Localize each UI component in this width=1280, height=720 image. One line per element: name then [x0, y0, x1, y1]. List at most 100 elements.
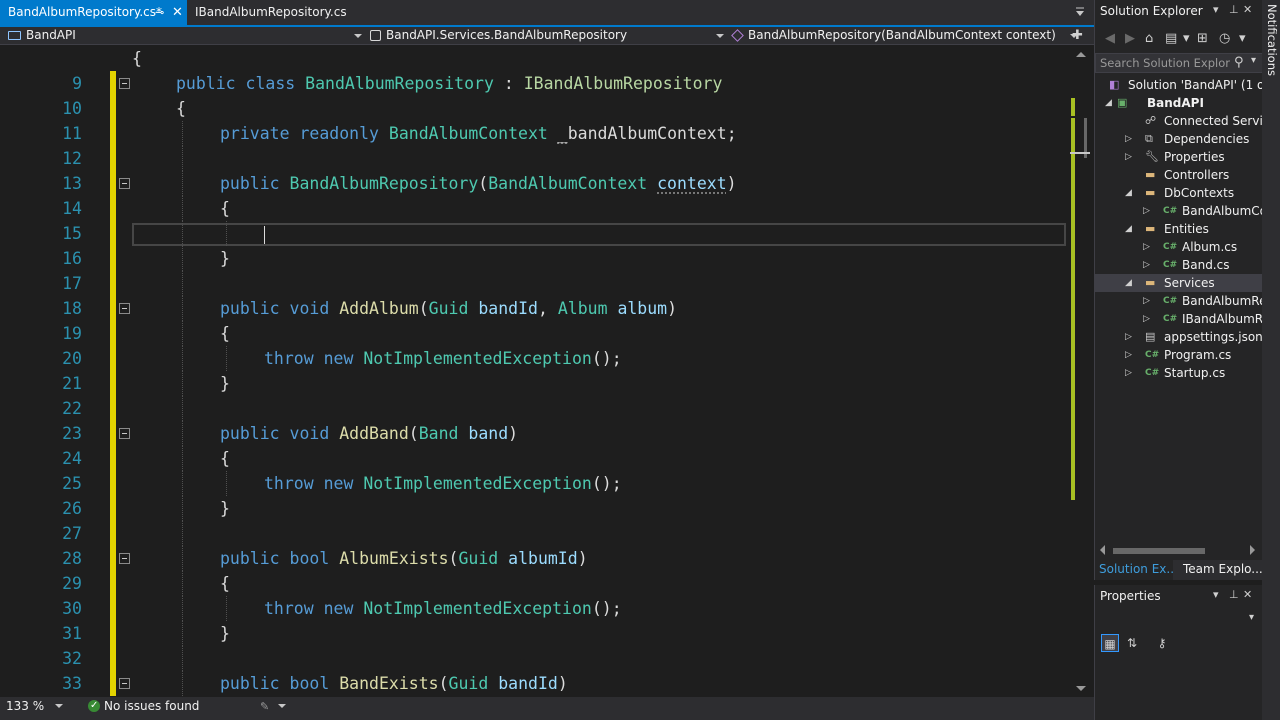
scroll-right-icon[interactable]	[1250, 545, 1255, 555]
tree-item-controllers[interactable]: ▬ Controllers	[1095, 166, 1262, 184]
code-line: 23	[0, 396, 1068, 443]
code-brace: }	[220, 249, 230, 268]
collapse-icon[interactable]	[119, 178, 130, 189]
tab-solution-explorer[interactable]: Solution Ex...	[1095, 560, 1173, 580]
solution-horizontal-scrollbar[interactable]	[1095, 542, 1262, 558]
tree-item-ibandalbumrepository[interactable]: ▷ C# IBandAlbumRe	[1095, 310, 1262, 328]
close-icon[interactable]: ✕	[172, 0, 183, 25]
pending-changes-icon[interactable]: ⊞	[1197, 31, 1208, 46]
close-icon[interactable]: ✕	[1243, 3, 1252, 16]
expand-arrow-icon[interactable]: ▷	[1143, 202, 1150, 220]
notifications-strip[interactable]: Notifications	[1262, 0, 1280, 720]
tab-team-explorer[interactable]: Team Explo...	[1179, 560, 1262, 580]
connected-services-icon: ☍	[1145, 114, 1157, 127]
back-icon[interactable]: ◀	[1105, 31, 1115, 46]
collapse-arrow-icon[interactable]: ◢	[1125, 220, 1132, 238]
chevron-down-icon[interactable]: ▾	[1251, 55, 1256, 66]
tree-item-dbcontexts[interactable]: ◢ ▬ DbContexts	[1095, 184, 1262, 202]
tree-item-properties[interactable]: ▷ 🔧︎ Properties	[1095, 148, 1262, 166]
chevron-down-icon[interactable]: ▾	[1183, 31, 1190, 46]
tree-item-program-cs[interactable]: ▷ C# Program.cs	[1095, 346, 1262, 364]
member-dropdown[interactable]: BandAlbumRepository(BandAlbumContext con…	[728, 27, 1082, 44]
code-cleanup-icon[interactable]: ✎	[260, 698, 269, 716]
code-brace: {	[132, 49, 142, 68]
categorized-icon[interactable]: ▦	[1101, 634, 1119, 652]
scroll-up-icon[interactable]	[1076, 52, 1086, 57]
alphabetical-icon[interactable]: ⇅	[1123, 634, 1141, 652]
scroll-left-icon[interactable]	[1100, 545, 1105, 555]
notifications-label[interactable]: Notifications	[1265, 4, 1279, 76]
tab-label: IBandAlbumRepository.cs	[195, 5, 347, 19]
tab-overflow-icon[interactable]	[1074, 6, 1086, 18]
switch-views-icon[interactable]: ▤	[1165, 31, 1177, 46]
tree-item-entities[interactable]: ◢ ▬ Entities	[1095, 220, 1262, 238]
code-line: 29 public bool AlbumExists(Guid albumId)	[0, 546, 1068, 593]
code-line: 34 public bool BandExists(Guid bandId)	[0, 671, 1068, 696]
expand-arrow-icon[interactable]: ▷	[1143, 310, 1150, 328]
chevron-down-icon[interactable]	[55, 704, 63, 708]
chevron-down-icon[interactable]	[278, 704, 286, 708]
folder-icon: ▬	[1145, 168, 1156, 181]
pin-icon[interactable]: ⊥	[1229, 588, 1239, 601]
tree-item-bandalbumrepository[interactable]: ▷ C# BandAlbumRe	[1095, 292, 1262, 310]
expand-arrow-icon[interactable]: ▷	[1125, 364, 1132, 382]
editor-vertical-scrollbar[interactable]	[1068, 46, 1094, 697]
collapse-icon[interactable]	[119, 553, 130, 564]
collapse-arrow-icon[interactable]: ◢	[1125, 274, 1132, 292]
tree-item-appsettings[interactable]: ▷ ▤ appsettings.json	[1095, 328, 1262, 346]
window-position-icon[interactable]: ▾	[1213, 3, 1219, 16]
expand-arrow-icon[interactable]: ▷	[1143, 256, 1150, 274]
tab-ibandalbumrepository-cs[interactable]: IBandAlbumRepository.cs	[187, 0, 347, 25]
zoom-level[interactable]: 133 %	[6, 697, 44, 715]
tree-item-startup-cs[interactable]: ▷ C# Startup.cs	[1095, 364, 1262, 382]
pin-icon[interactable]: ⊥	[1229, 3, 1239, 16]
type-dropdown[interactable]: BandAPI.Services.BandAlbumRepository	[366, 27, 728, 44]
collapse-icon[interactable]	[119, 678, 130, 689]
type-dropdown-value: BandAPI.Services.BandAlbumRepository	[386, 28, 628, 42]
close-icon[interactable]: ✕	[1243, 588, 1252, 601]
chevron-down-icon[interactable]: ▾	[1249, 612, 1254, 623]
home-icon[interactable]: ⌂	[1145, 31, 1153, 46]
tree-item-project[interactable]: ◢ ▣ BandAPI	[1095, 94, 1262, 112]
scroll-down-icon[interactable]	[1076, 686, 1086, 691]
tree-item-connected-services[interactable]: ☍ Connected Servic	[1095, 112, 1262, 130]
expand-arrow-icon[interactable]: ▷	[1125, 328, 1132, 346]
forward-icon[interactable]: ▶	[1125, 31, 1135, 46]
solution-search-input[interactable]	[1100, 55, 1230, 71]
properties-object-selector[interactable]: ▾	[1095, 612, 1263, 628]
history-icon[interactable]: ◷	[1219, 31, 1230, 46]
tree-item-dependencies[interactable]: ▷ ⧉ Dependencies	[1095, 130, 1262, 148]
code-text: throw new NotImplementedException();	[264, 349, 622, 368]
indent-guide	[182, 246, 183, 271]
code-editor[interactable]: 9 { 10 public class BandAlbumRepository …	[0, 46, 1068, 697]
collapse-icon[interactable]	[119, 78, 130, 89]
expand-arrow-icon[interactable]: ▷	[1125, 346, 1132, 364]
pin-icon[interactable]: ⊸	[155, 0, 164, 25]
search-icon[interactable]: ⚲	[1234, 55, 1244, 70]
tab-bandalbumrepository-cs[interactable]: BandAlbumRepository.cs* ⊸ ✕	[0, 0, 187, 25]
code-line: 26 throw new NotImplementedException();	[0, 471, 1068, 518]
issues-status[interactable]: No issues found	[104, 697, 199, 715]
scroll-thumb[interactable]	[1113, 548, 1205, 554]
more-icon[interactable]: ▾	[1239, 31, 1246, 46]
tree-item-album-cs[interactable]: ▷ C# Album.cs	[1095, 238, 1262, 256]
expand-arrow-icon[interactable]: ▷	[1125, 148, 1132, 166]
split-editor-icon[interactable]: ✚	[1072, 29, 1084, 43]
expand-arrow-icon[interactable]: ▷	[1125, 130, 1132, 148]
window-position-icon[interactable]: ▾	[1213, 588, 1219, 601]
property-pages-icon[interactable]: ⚷	[1153, 634, 1171, 652]
tree-item-solution[interactable]: ◧ Solution 'BandAPI' (1 of	[1095, 76, 1262, 94]
project-dropdown[interactable]: BandAPI	[0, 27, 366, 44]
collapse-arrow-icon[interactable]: ◢	[1125, 184, 1132, 202]
member-dropdown-value: BandAlbumRepository(BandAlbumContext con…	[748, 28, 1056, 42]
indent-guide	[182, 546, 183, 571]
tree-item-label: Dependencies	[1164, 132, 1250, 146]
collapse-arrow-icon[interactable]: ◢	[1105, 94, 1112, 112]
collapse-icon[interactable]	[119, 428, 130, 439]
expand-arrow-icon[interactable]: ▷	[1143, 238, 1150, 256]
tree-item-bandalbumcontext[interactable]: ▷ C# BandAlbumCo	[1095, 202, 1262, 220]
tree-item-services[interactable]: ◢ ▬ Services	[1095, 274, 1262, 292]
tree-item-band-cs[interactable]: ▷ C# Band.cs	[1095, 256, 1262, 274]
collapse-icon[interactable]	[119, 303, 130, 314]
expand-arrow-icon[interactable]: ▷	[1143, 292, 1150, 310]
